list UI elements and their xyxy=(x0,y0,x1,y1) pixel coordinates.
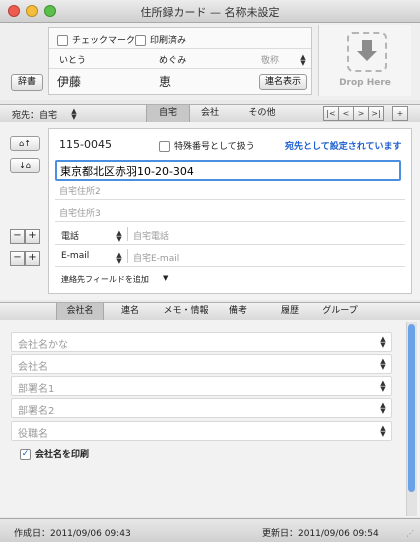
arrow-shaft xyxy=(362,40,372,51)
first-name-kana[interactable]: めぐみ xyxy=(159,53,186,66)
first-name-field[interactable]: 恵 xyxy=(159,73,171,90)
window-title: 住所録カード — 名称未設定 xyxy=(140,6,280,19)
tab-history[interactable]: 履歴 xyxy=(272,303,308,320)
remove-phone-button[interactable]: − xyxy=(10,229,25,244)
stepper-icon[interactable]: ▲ ▼ xyxy=(379,425,387,438)
phone-type-select[interactable]: 電話 xyxy=(61,229,79,242)
last-name-kana[interactable]: いとう xyxy=(59,53,86,66)
special-number-checkbox[interactable]: 特殊番号として扱う xyxy=(159,139,255,152)
divider xyxy=(55,221,405,222)
chevron-down-icon[interactable]: ▼ xyxy=(163,274,168,282)
address2-field[interactable]: 自宅住所2 xyxy=(59,184,101,197)
department1-field[interactable]: 部署名1 ▲ ▼ xyxy=(11,376,392,396)
separator xyxy=(127,227,128,241)
name-panel: チェックマーク 印刷済み いとう めぐみ 敬称 ▲ ▼ 伊藤 恵 連名表示 xyxy=(48,27,312,95)
destination-stepper-icon[interactable]: ▲ ▼ xyxy=(70,108,78,121)
divider xyxy=(49,48,311,49)
tab-joint-names[interactable]: 連名 xyxy=(110,303,150,320)
stepper-icon[interactable]: ▲ ▼ xyxy=(379,358,387,371)
dictionary-button[interactable]: 辞書 xyxy=(11,74,43,91)
printed-checkbox[interactable]: 印刷済み xyxy=(135,33,186,46)
address-down-button[interactable]: ↓⌂ xyxy=(10,158,40,173)
scrollbar-track[interactable] xyxy=(406,322,417,516)
email-type-stepper-icon[interactable]: ▲ ▼ xyxy=(115,252,123,265)
checkbox-box[interactable] xyxy=(57,35,68,46)
email-type-select[interactable]: E-mail xyxy=(61,251,89,261)
prev-record-button[interactable]: < xyxy=(338,106,354,121)
tab-notes[interactable]: 備考 xyxy=(220,303,256,320)
address-panel: 115-0045 特殊番号として扱う 宛先として設定されています 東京都北区赤羽… xyxy=(48,128,412,294)
next-record-button[interactable]: > xyxy=(353,106,369,121)
address1-value: 東京都北区赤羽10-20-304 xyxy=(60,165,194,178)
tab-group[interactable]: グループ xyxy=(316,303,364,320)
drop-here-label: Drop Here xyxy=(339,78,391,88)
checkbox-box[interactable] xyxy=(135,35,146,46)
title-bar: 住所録カード — 名称未設定 xyxy=(0,0,420,23)
add-email-button[interactable]: + xyxy=(25,251,40,266)
divider xyxy=(55,244,405,245)
department2-field[interactable]: 部署名2 ▲ ▼ xyxy=(11,398,392,418)
checkmark-icon[interactable]: ✓ xyxy=(20,449,31,460)
scrollbar-thumb[interactable] xyxy=(408,324,415,492)
details-tab-strip: 会社名 連名 メモ・情報 備考 履歴 グループ xyxy=(0,302,420,321)
check-mark-checkbox[interactable]: チェックマーク xyxy=(57,33,135,46)
stepper-icon[interactable]: ▲ ▼ xyxy=(379,402,387,415)
add-record-button[interactable]: + xyxy=(392,106,408,121)
tab-other[interactable]: その他 xyxy=(238,105,286,122)
tab-home[interactable]: 自宅 xyxy=(146,105,190,122)
honorific-stepper-icon[interactable]: ▲ ▼ xyxy=(299,54,307,67)
stepper-icon[interactable]: ▲ ▼ xyxy=(379,380,387,393)
tab-memo-info[interactable]: メモ・情報 xyxy=(156,303,216,320)
divider xyxy=(49,68,311,69)
tab-company-name[interactable]: 会社名 xyxy=(56,303,104,320)
last-name-field[interactable]: 伊藤 xyxy=(57,73,81,90)
company-kana-field[interactable]: 会社名かな ▲ ▼ xyxy=(11,332,392,352)
add-contact-field-menu[interactable]: 連絡先フィールドを追加 xyxy=(61,274,149,285)
divider xyxy=(55,199,405,200)
honorific-select[interactable]: 敬称 xyxy=(261,53,279,66)
phone-field[interactable]: 自宅電話 xyxy=(133,229,169,242)
created-date: 作成日：2011/09/06 09:43 xyxy=(14,529,131,539)
down-arrow-icon xyxy=(357,51,377,61)
postal-code-field[interactable]: 115-0045 xyxy=(59,138,112,151)
address1-input[interactable]: 東京都北区赤羽10-20-304 xyxy=(55,160,401,181)
job-title-field[interactable]: 役職名 ▲ ▼ xyxy=(11,421,392,441)
address-tab-strip: 宛先：自宅 ▲ ▼ 自宅 会社 その他 |< < > >| + xyxy=(0,104,420,123)
destination-label: 宛先：自宅 xyxy=(12,111,58,121)
address3-field[interactable]: 自宅住所3 xyxy=(59,206,101,219)
checkbox-box[interactable] xyxy=(159,141,170,152)
resize-grip-icon[interactable]: ⋰ xyxy=(406,529,414,538)
divider xyxy=(55,266,405,267)
address-card-window: 住所録カード — 名称未設定 辞書 チェックマーク 印刷済み いとう めぐみ 敬… xyxy=(0,0,420,542)
email-field[interactable]: 自宅E-mail xyxy=(133,251,179,264)
photo-drop-area[interactable]: Drop Here xyxy=(318,25,411,96)
drop-target-box xyxy=(347,32,387,72)
tab-company[interactable]: 会社 xyxy=(190,105,230,122)
separator xyxy=(127,249,128,263)
address-up-button[interactable]: ⌂↑ xyxy=(10,136,40,151)
company-name-field[interactable]: 会社名 ▲ ▼ xyxy=(11,354,392,374)
phone-type-stepper-icon[interactable]: ▲ ▼ xyxy=(115,230,123,243)
add-phone-button[interactable]: + xyxy=(25,229,40,244)
destination-status-link[interactable]: 宛先として設定されています xyxy=(285,139,401,152)
first-record-button[interactable]: |< xyxy=(323,106,339,121)
print-company-checkbox[interactable]: ✓ 会社名を印刷 xyxy=(20,447,89,460)
stepper-icon[interactable]: ▲ ▼ xyxy=(379,336,387,349)
joint-name-button[interactable]: 連名表示 xyxy=(259,74,307,90)
last-record-button[interactable]: >| xyxy=(368,106,384,121)
status-bar: 作成日：2011/09/06 09:43 更新日：2011/09/06 09:5… xyxy=(0,518,420,542)
updated-date: 更新日：2011/09/06 09:54 xyxy=(262,529,379,539)
remove-email-button[interactable]: − xyxy=(10,251,25,266)
